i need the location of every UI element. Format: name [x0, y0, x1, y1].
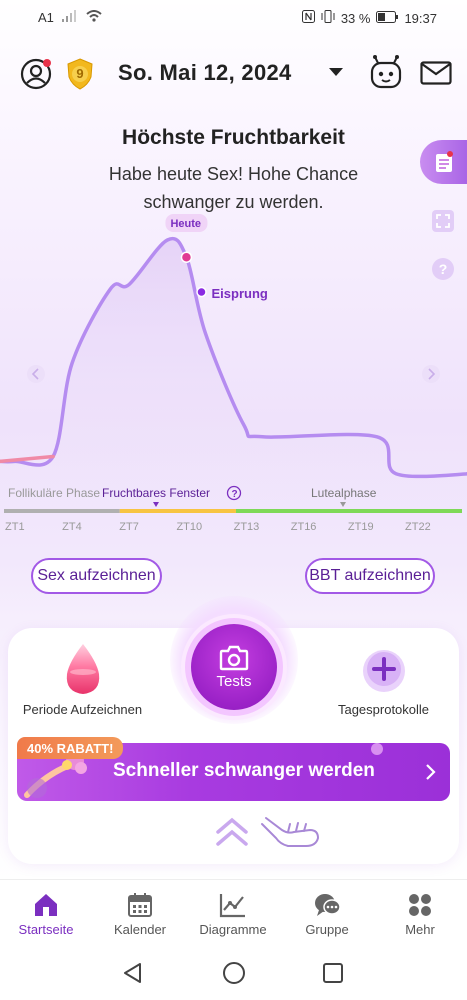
hand-icon [261, 817, 320, 847]
carrier-label: A1 [38, 10, 54, 25]
tab-label: Startseite [18, 922, 74, 937]
phase-bar-segment [119, 509, 236, 513]
phase-bar-segment [4, 509, 120, 513]
expand-panel-button[interactable] [212, 814, 252, 850]
chart-next-button[interactable] [422, 365, 440, 383]
profile-button[interactable] [20, 58, 52, 90]
discount-badge: 40% RABATT! [17, 737, 124, 759]
user-icon [20, 58, 52, 90]
fertility-chart: Follikuläre Phase Fruchtbares Fenster Lute… [0, 200, 467, 540]
phase-label-luteal: Lutealphase [311, 486, 377, 500]
today-dot [180, 251, 193, 263]
wifi-icon [86, 10, 102, 25]
x-tick-label: ZT1 [5, 521, 25, 533]
calendar-icon [128, 893, 152, 917]
signal-icon [61, 10, 78, 25]
x-tick-label: ZT16 [291, 521, 317, 533]
system-nav-bar [0, 945, 467, 1000]
ovulation-dot [196, 286, 207, 298]
tab-label: Kalender [113, 922, 167, 937]
sex-record-button[interactable]: Sex aufzeichnen [31, 558, 162, 594]
phase-label-follicular: Follikuläre Phase [8, 486, 100, 500]
period-curve-segment [0, 454, 55, 464]
chart-prev-button[interactable] [27, 365, 45, 383]
x-tick-label: ZT19 [348, 521, 374, 533]
x-tick-label: ZT10 [176, 521, 202, 533]
tab-label: Mehr [405, 922, 435, 937]
x-tick-label: ZT4 [62, 521, 82, 533]
recents-nav-icon[interactable] [322, 962, 344, 984]
grid-icon [409, 894, 431, 916]
today-label: Heute [170, 218, 201, 230]
plus-icon [362, 650, 405, 692]
info-icon-glyph: ? [232, 489, 238, 500]
fertility-title: Höchste Fruchtbarkeit [122, 126, 345, 149]
phase-bar-segment [235, 509, 462, 513]
status-bar: A1 33 % 19:37 [0, 0, 467, 36]
fertility-chart-svg: Follikuläre Phase Fruchtbares Fenster Lute… [0, 214, 467, 533]
chart-icon [219, 894, 245, 918]
note-icon [435, 151, 453, 172]
swipe-hand-hint [258, 812, 324, 852]
app-header: 9 So. Mai 12, 2024 [0, 50, 467, 96]
bottom-tab-bar: Startseite Kalender Diagramme Gruppe Meh… [0, 879, 467, 945]
chevron-down-icon[interactable] [329, 68, 343, 76]
x-tick-label: ZT22 [405, 521, 431, 533]
period-label: Periode Aufzeichnen [22, 702, 143, 717]
mail-icon [420, 61, 452, 85]
tab-label: Diagramme [199, 922, 267, 937]
assistant-button[interactable] [369, 54, 403, 90]
x-tick-label: ZT7 [119, 521, 139, 533]
notes-side-button[interactable] [420, 140, 467, 184]
double-chevron-up-icon [216, 817, 248, 846]
drop-icon [66, 644, 99, 694]
home-nav-icon[interactable] [222, 961, 246, 985]
level-badge[interactable]: 9 [66, 58, 94, 90]
camera-icon [219, 645, 249, 670]
vibrate-icon [321, 10, 335, 26]
chevron-right-icon [426, 764, 436, 780]
battery-icon [376, 10, 399, 26]
status-time: 19:37 [404, 10, 437, 26]
daily-logs-action[interactable]: Tagesprotokolle [326, 648, 441, 717]
battery-percent: 33 % [340, 10, 371, 26]
tab-diagramme[interactable]: Diagramme [188, 888, 278, 937]
flower-decor-icon [371, 743, 383, 755]
x-tick-label: ZT13 [234, 521, 260, 533]
bbt-record-button[interactable]: BBT aufzeichnen [305, 558, 435, 594]
tab-startseite[interactable]: Startseite [1, 888, 91, 937]
phase-label-fertile-window: Fruchtbares Fenster [102, 486, 210, 500]
chat-bubbles-icon [315, 894, 341, 916]
tests-button[interactable]: Tests [191, 624, 277, 710]
period-record-action[interactable]: Periode Aufzeichnen [20, 642, 145, 717]
date-selector[interactable]: So. Mai 12, 2024 [118, 60, 292, 86]
nfc-icon [301, 10, 315, 26]
tab-gruppe[interactable]: Gruppe [282, 888, 372, 937]
robot-icon [370, 55, 402, 89]
tests-label: Tests [216, 672, 252, 690]
tab-label: Gruppe [305, 922, 349, 937]
level-number: 9 [76, 66, 84, 81]
daily-logs-label: Tagesprotokolle [337, 702, 430, 717]
back-nav-icon[interactable] [122, 962, 144, 984]
messages-button[interactable] [420, 60, 452, 86]
tab-mehr[interactable]: Mehr [375, 888, 465, 937]
ovulation-label: Eisprung [212, 286, 268, 301]
home-icon [35, 894, 57, 916]
promo-text: Schneller schwanger werden [113, 760, 375, 781]
tab-kalender[interactable]: Kalender [95, 888, 185, 937]
